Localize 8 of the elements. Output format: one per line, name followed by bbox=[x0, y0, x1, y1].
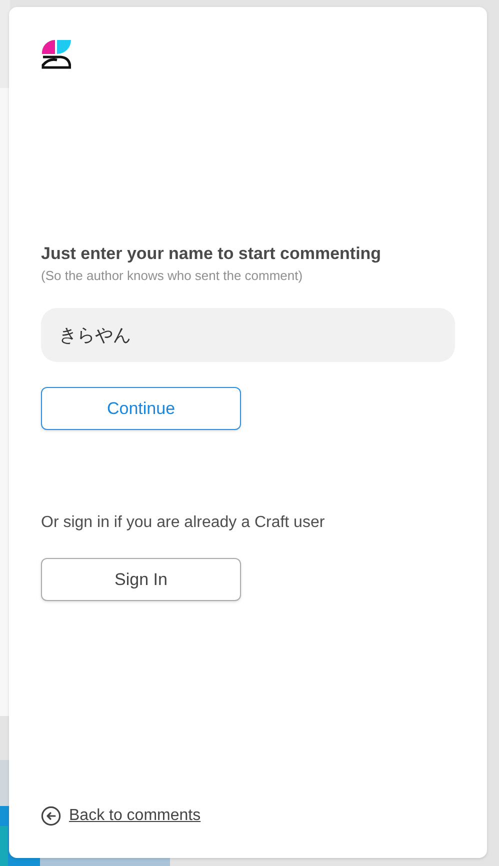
dialog-title: Just enter your name to start commenting bbox=[41, 243, 382, 265]
sign-in-button[interactable]: Sign In bbox=[41, 558, 241, 601]
sign-in-prompt: Or sign in if you are already a Craft user bbox=[41, 513, 326, 533]
name-field[interactable]: きらやん bbox=[41, 308, 455, 362]
dialog-subtitle: (So the author knows who sent the comment) bbox=[41, 267, 304, 285]
continue-button[interactable]: Continue bbox=[41, 387, 241, 430]
back-link[interactable]: Back to comments bbox=[69, 804, 201, 828]
logo-icon bbox=[41, 40, 71, 69]
